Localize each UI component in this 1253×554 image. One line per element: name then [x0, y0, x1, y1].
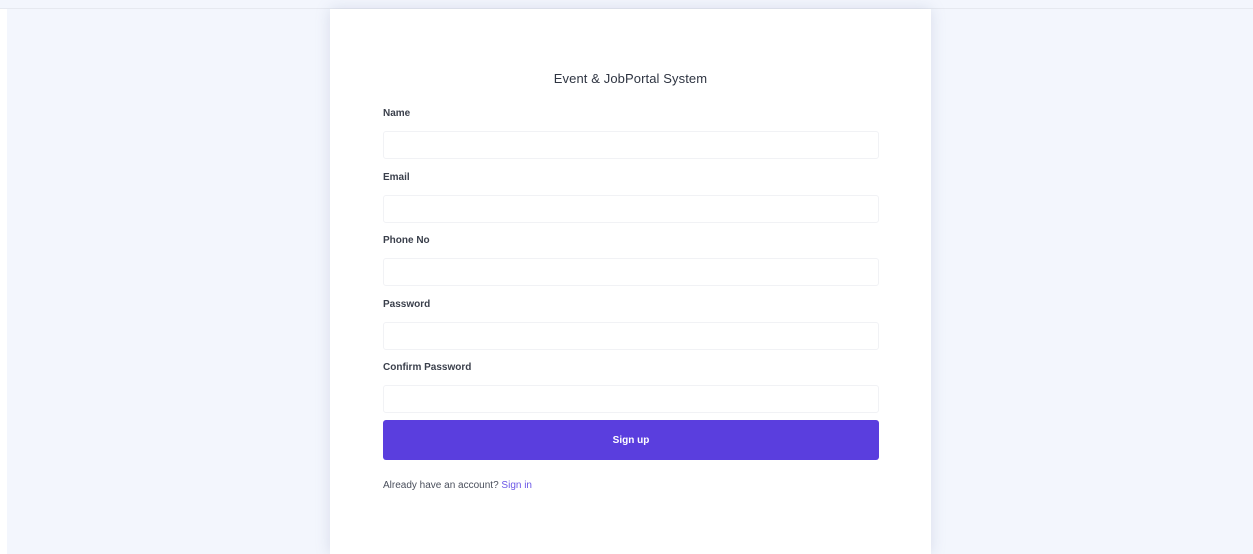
phone-label: Phone No	[383, 235, 430, 246]
signup-card: Event & JobPortal System Name Email Phon…	[330, 9, 931, 554]
name-label: Name	[383, 108, 411, 119]
phone-input[interactable]	[383, 258, 879, 286]
name-group: Name	[383, 108, 879, 159]
email-input[interactable]	[383, 195, 879, 223]
name-input[interactable]	[383, 131, 879, 159]
email-group: Email	[383, 172, 879, 223]
password-input[interactable]	[383, 322, 879, 350]
confirm-password-group: Confirm Password	[383, 362, 879, 413]
confirm-password-label: Confirm Password	[383, 362, 472, 373]
phone-group: Phone No	[383, 235, 879, 286]
email-label: Email	[383, 172, 410, 183]
sign-up-button[interactable]: Sign up	[383, 420, 879, 460]
confirm-password-input[interactable]	[383, 385, 879, 413]
page-title: Event & JobPortal System	[553, 71, 708, 86]
page-left-edge	[0, 9, 7, 554]
signin-prompt-text: Already have an account?	[383, 480, 499, 491]
signin-prompt-line: Already have an account? Sign in	[383, 480, 532, 491]
sign-in-link[interactable]: Sign in	[501, 480, 532, 491]
password-label: Password	[383, 299, 431, 310]
password-group: Password	[383, 299, 879, 350]
